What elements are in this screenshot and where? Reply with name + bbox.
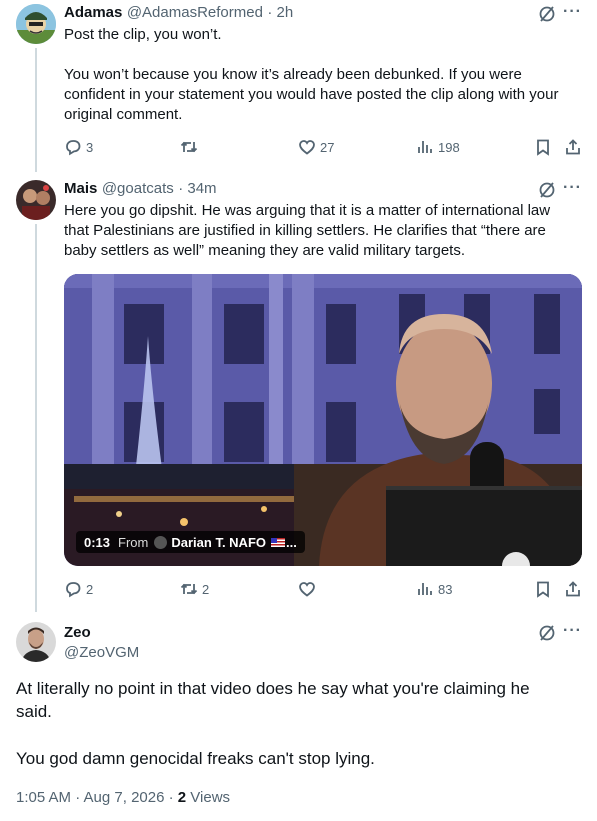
analytics-icon: [418, 583, 432, 595]
thread-line-1: [35, 48, 37, 172]
author-handle[interactable]: @AdamasReformed: [127, 4, 263, 21]
source-avatar: [154, 535, 168, 549]
tweet-line: original comment.: [64, 106, 183, 123]
views-count: 83: [438, 581, 453, 597]
timestamp-text[interactable]: 1:05 AM · Aug 7, 2026 ·: [16, 789, 178, 806]
post-timestamp: 1:05 AM · Aug 7, 2026 · 2 Views: [16, 789, 230, 806]
retweet-button[interactable]: 2: [180, 580, 209, 598]
like-button[interactable]: [298, 580, 320, 598]
share-icon: [566, 581, 580, 597]
reply-count: 2: [86, 581, 94, 597]
tweet-line: At literally no point in that video does…: [16, 679, 530, 698]
tweet-line: baby settlers as well” meaning they are …: [64, 242, 466, 259]
grok-button[interactable]: [537, 623, 557, 648]
reply-count: 3: [86, 139, 94, 155]
views-count: 198: [438, 139, 460, 155]
main-tweet-text: At literally no point in that video does…: [16, 677, 586, 770]
tweet-line: that Palestinians are justified in killi…: [64, 222, 546, 239]
tweet-line: confident in your statement you would ha…: [64, 86, 559, 103]
tweet2-header: Mais @goatcats · 34m: [64, 180, 217, 198]
retweet-button[interactable]: [180, 138, 202, 156]
video-player[interactable]: 0:13 From Darian T. NAFO ...: [64, 274, 582, 566]
tweet2-text: Here you go dipshit. He was arguing that…: [64, 201, 584, 261]
post-time[interactable]: · 2h: [267, 4, 293, 21]
reply-button[interactable]: 2: [64, 580, 93, 598]
reply-icon: [66, 140, 81, 156]
video-source-name[interactable]: Darian T. NAFO: [171, 535, 266, 550]
tweet-line: You god damn genocidal freaks can't stop…: [16, 749, 375, 768]
grok-icon: [539, 6, 555, 22]
retweet-icon: [180, 141, 198, 153]
thread-line-2: [35, 224, 37, 612]
analytics-icon: [418, 141, 432, 153]
video-thumbnail: [64, 274, 582, 566]
video-info-badge: 0:13 From Darian T. NAFO ...: [76, 531, 305, 553]
tweet1-header: Adamas @AdamasReformed · 2h: [64, 4, 293, 22]
more-button[interactable]: ···: [563, 3, 582, 21]
video-from-label: From: [118, 534, 149, 550]
tweet-line: Post the clip, you won’t.: [64, 26, 222, 43]
tweet-line: said.: [16, 702, 52, 721]
more-button[interactable]: ···: [563, 179, 582, 197]
heart-icon: [299, 582, 315, 597]
more-icon: ···: [563, 3, 582, 20]
main-author: Zeo @ZeoVGM: [64, 623, 139, 663]
bookmark-button[interactable]: [534, 138, 552, 156]
views-count: 2: [177, 789, 187, 806]
avatar-mais[interactable]: [16, 180, 56, 220]
more-icon: ···: [563, 622, 582, 639]
reply-icon: [66, 582, 81, 598]
video-source-suffix: ...: [286, 534, 297, 550]
more-button[interactable]: ···: [563, 622, 582, 640]
author-name[interactable]: Zeo: [64, 623, 139, 643]
bookmark-icon: [537, 139, 549, 156]
author-handle[interactable]: @goatcats: [102, 180, 174, 197]
share-button[interactable]: [564, 580, 582, 598]
like-count: 27: [320, 139, 335, 155]
us-flag-icon: [271, 537, 285, 547]
more-icon: ···: [563, 179, 582, 196]
share-icon: [566, 139, 580, 155]
grok-icon: [539, 182, 555, 198]
views-button[interactable]: 83: [416, 580, 452, 598]
author-name[interactable]: Adamas: [64, 4, 122, 21]
grok-icon: [539, 625, 555, 641]
reply-button[interactable]: 3: [64, 138, 93, 156]
author-name[interactable]: Mais: [64, 180, 97, 197]
bookmark-icon: [537, 581, 549, 598]
retweet-icon: [180, 583, 198, 595]
author-handle[interactable]: @ZeoVGM: [64, 643, 139, 663]
video-duration: 0:13: [84, 534, 111, 550]
avatar-image: [16, 180, 56, 220]
views-button[interactable]: 198: [416, 138, 460, 156]
tweet-line: You won’t because you know it’s already …: [64, 66, 522, 83]
avatar-zeo[interactable]: [16, 622, 56, 662]
tweet1-text: Post the clip, you won’t. You won’t beca…: [64, 25, 584, 125]
avatar-image: [16, 622, 56, 662]
post-time[interactable]: · 34m: [178, 180, 216, 197]
bookmark-button[interactable]: [534, 580, 552, 598]
avatar-image: [16, 4, 56, 44]
retweet-count: 2: [202, 581, 210, 597]
avatar-adamas[interactable]: [16, 4, 56, 44]
tweet-line: Here you go dipshit. He was arguing that…: [64, 202, 551, 219]
views-label: Views: [186, 789, 231, 806]
like-button[interactable]: 27: [298, 138, 334, 156]
share-button[interactable]: [564, 138, 582, 156]
heart-icon: [299, 140, 315, 155]
